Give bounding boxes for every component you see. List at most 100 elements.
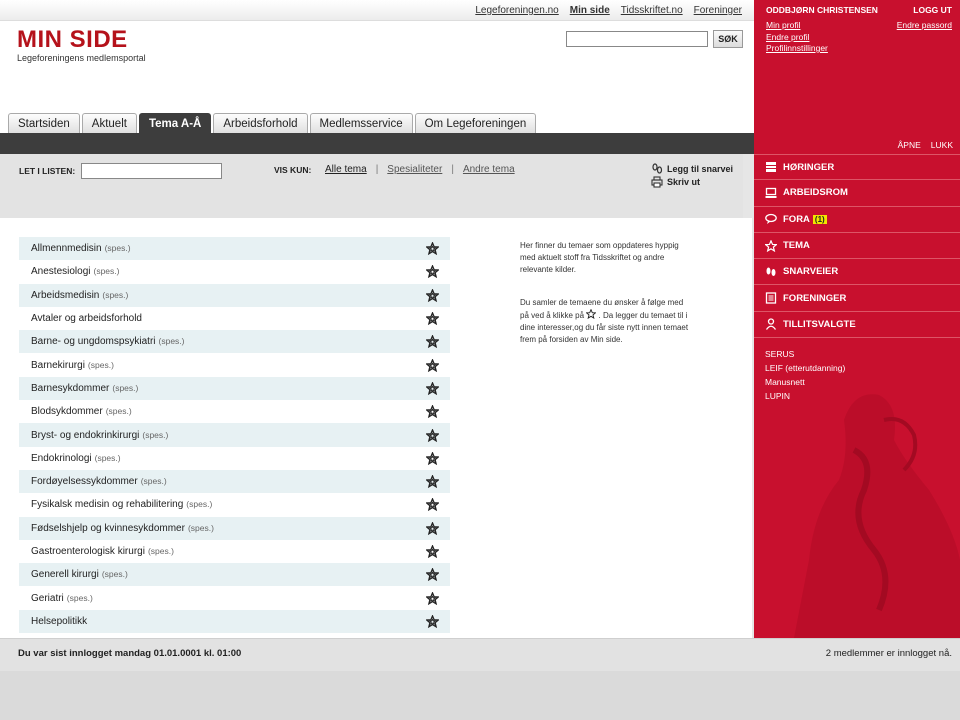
topic-name[interactable]: Blodsykdommer (31, 406, 103, 417)
search-input[interactable] (566, 31, 708, 47)
link-edit-profile[interactable]: Endre profil (766, 32, 828, 44)
tab-om-legeforeningen[interactable]: Om Legeforeningen (414, 113, 537, 133)
topic-name[interactable]: Fordøyelsessykdommer (31, 476, 138, 487)
topic-row[interactable]: Generell kirurgi (spes.) (19, 563, 450, 587)
filter-search-label: LET I LISTEN: (19, 166, 76, 176)
change-password-link[interactable]: Endre passord (897, 20, 952, 30)
star-icon[interactable] (426, 381, 439, 395)
filter-search-input[interactable] (81, 163, 222, 179)
tab-tema-a-aa[interactable]: Tema A-Å (138, 113, 212, 133)
topic-name[interactable]: Avtaler og arbeidsforhold (31, 313, 142, 324)
link-leif[interactable]: LEIF (etterutdanning) (765, 361, 845, 375)
topic-name[interactable]: Anestesiologi (31, 266, 90, 277)
topic-name[interactable]: Fødselshjelp og kvinnesykdommer (31, 523, 185, 534)
top-link-tidsskriftet[interactable]: Tidsskriftet.no (621, 5, 683, 16)
star-icon[interactable] (426, 614, 439, 628)
tab-startsiden[interactable]: Startsiden (8, 113, 80, 133)
print-label: Skriv ut (667, 177, 701, 187)
star-icon[interactable] (426, 568, 439, 582)
star-icon[interactable] (426, 265, 439, 279)
topic-row[interactable]: Gastroenterologisk kirurgi (spes.) (19, 540, 450, 563)
topic-row[interactable]: Bryst- og endokrinkirurgi (spes.) (19, 423, 450, 447)
tab-aktuelt[interactable]: Aktuelt (81, 113, 137, 133)
star-icon[interactable] (426, 405, 439, 419)
topic-tag: (spes.) (102, 289, 129, 300)
topic-label: Barnekirurgi (spes.) (31, 360, 114, 371)
link-lupin[interactable]: LUPIN (765, 389, 845, 403)
user-name: ODDBJØRN CHRISTENSEN (766, 5, 878, 15)
topic-name[interactable]: Gastroenterologisk kirurgi (31, 546, 145, 557)
link-manusnett[interactable]: Manusnett (765, 375, 845, 389)
sidebar-item-arbeidsrom[interactable]: ARBEIDSROM (754, 180, 960, 207)
topic-name[interactable]: Geriatri (31, 593, 64, 604)
topic-row[interactable]: Barnekirurgi (spes.) (19, 353, 450, 376)
topic-name[interactable]: Generell kirurgi (31, 569, 99, 580)
star-icon[interactable] (426, 451, 439, 465)
topic-name[interactable]: Barnekirurgi (31, 360, 85, 371)
topic-row[interactable]: Fødselshjelp og kvinnesykdommer (spes.) (19, 516, 450, 540)
link-my-profile[interactable]: Min profil (766, 20, 828, 32)
topic-name[interactable]: Endokrinologi (31, 453, 92, 464)
close-all-button[interactable]: LUKK (931, 140, 953, 150)
star-icon[interactable] (426, 242, 439, 256)
sidebar-item-tillitsvalgte[interactable]: TILLITSVALGTE (754, 312, 960, 339)
top-link-min-side[interactable]: Min side (570, 5, 610, 16)
topic-name[interactable]: Fysikalsk medisin og rehabilitering (31, 499, 183, 510)
hearing-icon (766, 162, 776, 173)
topic-label: Fødselshjelp og kvinnesykdommer (spes.) (31, 523, 214, 534)
sidebar-item-tema[interactable]: TEMA (754, 233, 960, 260)
topic-row[interactable]: Geriatri (spes.) (19, 586, 450, 609)
topic-name[interactable]: Barne- og ungdomspsykiatri (31, 336, 156, 347)
topic-row[interactable]: Blodsykdommer (spes.) (19, 400, 450, 423)
star-icon[interactable] (426, 428, 439, 442)
top-link-legeforeningen[interactable]: Legeforeningen.no (475, 5, 558, 16)
topic-row[interactable]: Allmennmedisin (spes.) (19, 237, 450, 261)
topic-row[interactable]: Arbeidsmedisin (spes.) (19, 283, 450, 307)
star-icon[interactable] (426, 498, 439, 512)
topic-name[interactable]: Allmennmedisin (31, 243, 102, 254)
topic-row[interactable]: Barnesykdommer (spes.) (19, 376, 450, 401)
topic-row[interactable]: Avtaler og arbeidsforhold (19, 307, 450, 330)
logo[interactable]: MIN SIDE (17, 26, 128, 54)
topic-name[interactable]: Helsepolitikk (31, 616, 87, 627)
tab-arbeidsforhold[interactable]: Arbeidsforhold (213, 113, 308, 133)
topic-name[interactable]: Arbeidsmedisin (31, 290, 99, 301)
topic-name[interactable]: Barnesykdommer (31, 383, 109, 394)
filter-other-topics[interactable]: Andre tema (463, 164, 515, 175)
topic-tag: (spes.) (112, 382, 139, 393)
open-all-button[interactable]: ÅPNE (898, 140, 921, 150)
star-icon[interactable] (426, 591, 439, 605)
filter-bar: LET I LISTEN: VIS KUN: Alle tema | Spesi… (0, 154, 743, 218)
add-shortcut-button[interactable]: Legg til snarvei (651, 163, 733, 175)
filter-all-topics[interactable]: Alle tema (325, 164, 367, 175)
star-icon[interactable] (426, 545, 439, 558)
sidebar-item-fora[interactable]: FORA (1) (754, 207, 960, 233)
star-icon[interactable] (426, 521, 439, 535)
topic-row[interactable]: Barne- og ungdomspsykiatri (spes.) (19, 330, 450, 354)
tab-medlemsservice[interactable]: Medlemsservice (309, 113, 413, 133)
star-icon[interactable] (426, 312, 439, 326)
star-icon[interactable] (426, 358, 439, 372)
link-serus[interactable]: SERUS (765, 347, 845, 361)
star-icon[interactable] (426, 288, 439, 302)
topic-row[interactable]: Endokrinologi (spes.) (19, 447, 450, 470)
star-icon[interactable] (426, 335, 439, 349)
search-button[interactable]: SØK (713, 30, 743, 48)
sidebar-item-snarveier[interactable]: SNARVEIER (754, 259, 960, 286)
filter-specialties[interactable]: Spesialiteter (387, 164, 442, 175)
topic-row[interactable]: Fysikalsk medisin og rehabilitering (spes… (19, 493, 450, 516)
topic-row[interactable]: Anestesiologi (spes.) (19, 260, 450, 283)
topic-name[interactable]: Bryst- og endokrinkirurgi (31, 430, 139, 441)
print-button[interactable]: Skriv ut (651, 176, 700, 188)
top-link-foreninger[interactable]: Foreninger (694, 5, 742, 16)
star-icon[interactable] (426, 475, 439, 489)
logout-link[interactable]: LOGG UT (913, 5, 952, 15)
topic-row[interactable]: Fordøyelsessykdommer (spes.) (19, 469, 450, 494)
topic-tag: (spes.) (87, 359, 114, 370)
sidebar-item-foreninger[interactable]: FORENINGER (754, 285, 960, 312)
topic-label: Generell kirurgi (spes.) (31, 569, 128, 580)
topic-label: Barne- og ungdomspsykiatri (spes.) (31, 336, 185, 347)
topic-row[interactable]: Helsepolitikk (19, 609, 450, 634)
sidebar-item-horinger[interactable]: HØRINGER (754, 154, 960, 181)
link-profile-settings[interactable]: Profilinnstillinger (766, 43, 828, 55)
